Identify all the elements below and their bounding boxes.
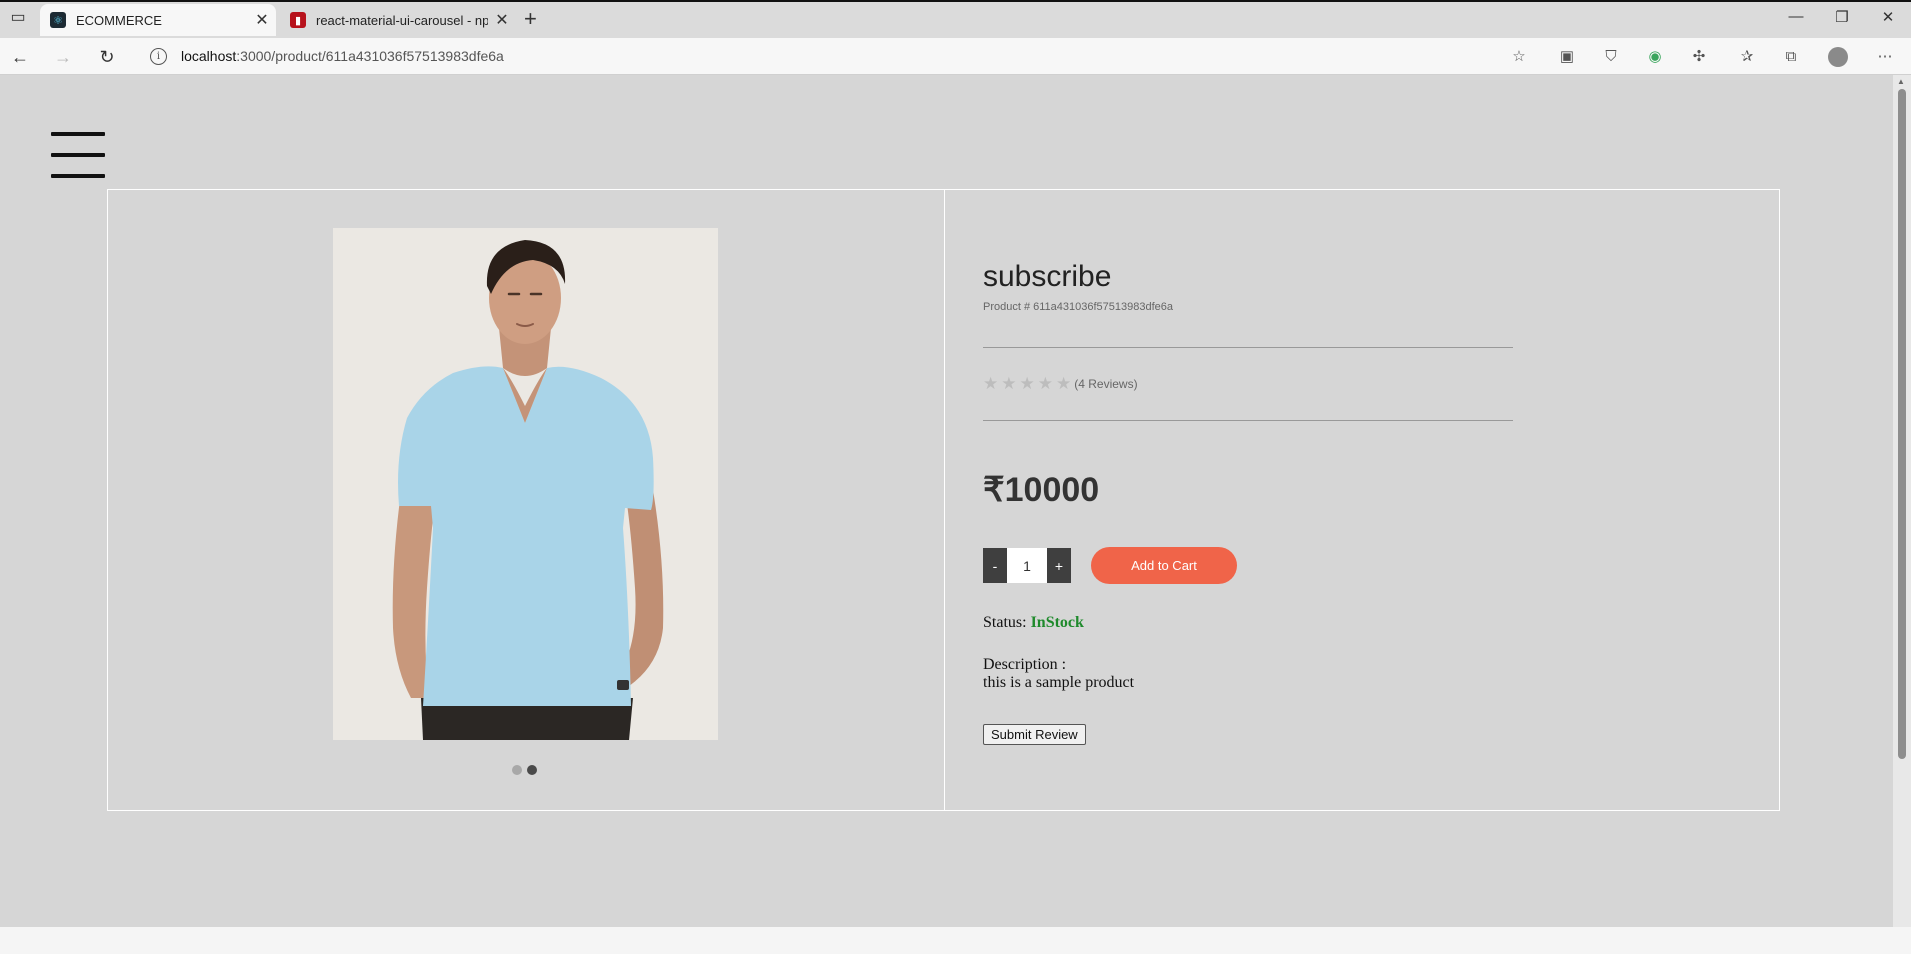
url-path: :3000/product/611a431036f57513983dfe6a xyxy=(236,48,504,64)
react-icon: ⚛ xyxy=(50,12,66,28)
tab-npm[interactable]: ▮ react-material-ui-carousel - npm ✕ xyxy=(280,4,516,36)
status-value: InStock xyxy=(1030,614,1084,631)
decrement-button[interactable]: - xyxy=(983,548,1007,583)
description-label: Description : xyxy=(983,656,1067,673)
close-tab-icon[interactable]: ✕ xyxy=(488,10,516,30)
quantity-controls: - + Add to Cart xyxy=(983,547,1237,584)
divider xyxy=(983,420,1513,421)
close-tab-icon[interactable]: ✕ xyxy=(248,10,276,30)
collections-icon[interactable]: ⧉ xyxy=(1780,46,1802,68)
page-scrollbar[interactable]: ▲ xyxy=(1893,75,1911,927)
favorites-icon[interactable]: ✰ xyxy=(1736,46,1758,68)
add-to-cart-button[interactable]: Add to Cart xyxy=(1091,547,1237,584)
hamburger-menu-icon[interactable] xyxy=(51,130,105,180)
extension-green-icon[interactable]: ◉ xyxy=(1644,46,1666,68)
quantity-input[interactable] xyxy=(1007,548,1047,583)
stock-status: Status: InStock xyxy=(983,614,1084,632)
forward-icon[interactable]: → xyxy=(50,44,76,70)
npm-icon: ▮ xyxy=(290,12,306,28)
carousel-indicators xyxy=(512,765,537,775)
page-viewport: subscribe Product # 611a431036f57513983d… xyxy=(0,75,1893,927)
favorite-add-icon[interactable]: ☆ xyxy=(1508,46,1530,68)
carousel-dot-2[interactable] xyxy=(527,765,537,775)
star-icon: ★ xyxy=(1019,374,1035,393)
back-icon[interactable]: ← xyxy=(7,44,33,70)
divider xyxy=(983,347,1513,348)
carousel-dot-1[interactable] xyxy=(512,765,522,775)
status-label: Status: xyxy=(983,614,1027,631)
reload-icon[interactable]: ↻ xyxy=(94,44,120,70)
profile-icon[interactable] xyxy=(1828,47,1848,67)
submit-review-button[interactable]: Submit Review xyxy=(983,724,1086,745)
window-close-icon[interactable]: ✕ xyxy=(1868,8,1908,26)
url-host: localhost xyxy=(181,48,237,64)
star-icon: ★ xyxy=(1001,374,1017,393)
tab-ecommerce[interactable]: ⚛ ECOMMERCE ✕ xyxy=(40,4,276,36)
description-text: this is a sample product xyxy=(983,674,1135,691)
minimize-icon[interactable]: — xyxy=(1776,8,1816,25)
product-details-card: subscribe Product # 611a431036f57513983d… xyxy=(107,189,1780,811)
product-info-pane: subscribe Product # 611a431036f57513983d… xyxy=(945,190,1779,810)
puzzle-icon[interactable]: ✣ xyxy=(1688,46,1710,68)
rating-stars: ★ ★ ★ ★ ★ (4 Reviews) xyxy=(983,374,1138,394)
restore-icon[interactable]: ❐ xyxy=(1822,8,1862,26)
tab-title: ECOMMERCE xyxy=(76,12,162,28)
address-bar[interactable]: i localhost:3000/product/611a431036f5751… xyxy=(138,43,1518,69)
bottom-strip xyxy=(0,927,1911,954)
more-menu-icon[interactable]: ⋯ xyxy=(1874,46,1896,68)
star-icon: ★ xyxy=(1056,374,1072,393)
scroll-up-icon[interactable]: ▲ xyxy=(1897,77,1905,86)
new-tab-icon[interactable]: + xyxy=(524,8,537,30)
increment-button[interactable]: + xyxy=(1047,548,1071,583)
star-icon: ★ xyxy=(1037,374,1053,393)
browser-tab-bar: ▭ ⚛ ECOMMERCE ✕ ▮ react-material-ui-caro… xyxy=(0,0,1911,38)
shield-icon[interactable]: ⛉ xyxy=(1600,46,1622,68)
review-count: (4 Reviews) xyxy=(1074,377,1138,391)
site-info-icon[interactable]: i xyxy=(150,47,167,65)
product-image-pane xyxy=(108,190,945,810)
browser-toolbar: ← → ↻ i localhost:3000/product/611a43103… xyxy=(0,38,1911,75)
product-image xyxy=(333,228,718,740)
product-price: ₹10000 xyxy=(983,471,1100,509)
product-id: Product # 611a431036f57513983dfe6a xyxy=(983,301,1174,313)
tab-title: react-material-ui-carousel - npm xyxy=(316,12,488,28)
star-icon: ★ xyxy=(983,374,999,393)
scroll-thumb[interactable] xyxy=(1898,89,1906,759)
tab-actions-icon[interactable]: ▭ xyxy=(8,8,28,28)
product-title: subscribe xyxy=(983,260,1112,293)
extension-icon[interactable]: ▣ xyxy=(1556,46,1578,68)
